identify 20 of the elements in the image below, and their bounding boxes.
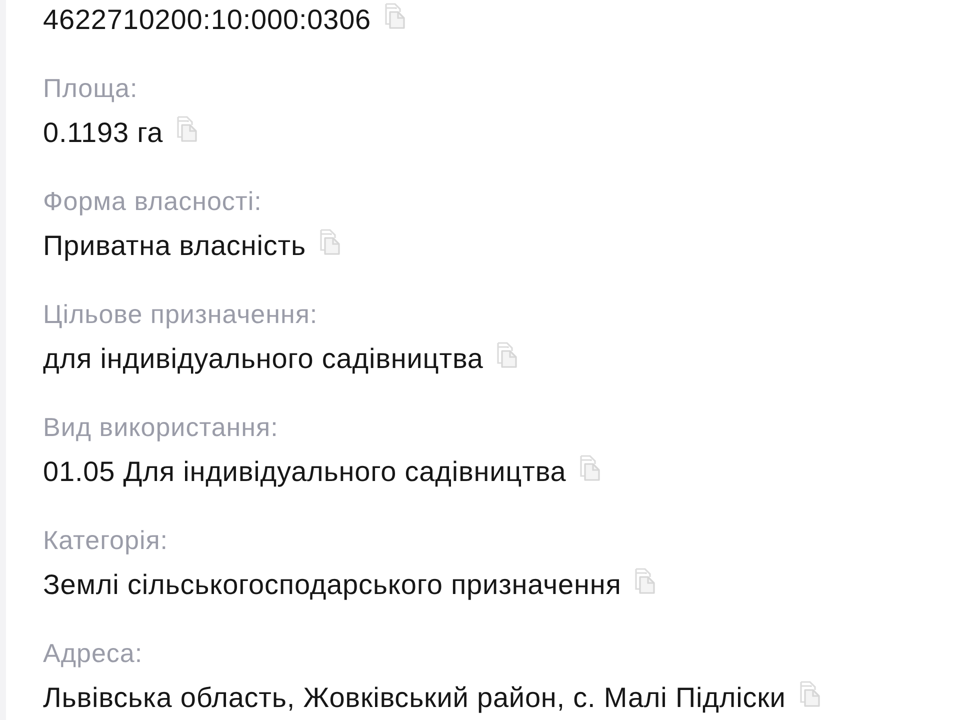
field-value: 01.05 Для індивідуального садівництва (43, 457, 566, 487)
field-value: Львівська область, Жовківський район, с. Малі Підліски (43, 683, 786, 713)
field-value: для індивідуального садівництва (43, 344, 484, 374)
field-label: Категорія: (43, 525, 168, 555)
copy-icon[interactable] (495, 342, 520, 368)
field-label: Площа: (43, 73, 138, 103)
copy-icon[interactable] (318, 229, 342, 255)
field-label: Вид використання: (43, 412, 278, 442)
copy-icon[interactable] (383, 3, 408, 29)
field-value: 4622710200:10:000:0306 (43, 5, 372, 35)
field-label: Цільове призначення: (43, 299, 318, 329)
field-value: 0.1193 га (43, 118, 164, 148)
field-label: Форма власності: (43, 186, 262, 216)
copy-icon[interactable] (633, 568, 658, 594)
field-value: Землі сільськогосподарського призначення (43, 570, 622, 600)
copy-icon[interactable] (175, 116, 200, 142)
copy-icon[interactable] (578, 455, 602, 481)
field-label: Адреса: (43, 638, 143, 668)
copy-icon[interactable] (798, 681, 822, 707)
field-value: Приватна власність (43, 231, 306, 261)
